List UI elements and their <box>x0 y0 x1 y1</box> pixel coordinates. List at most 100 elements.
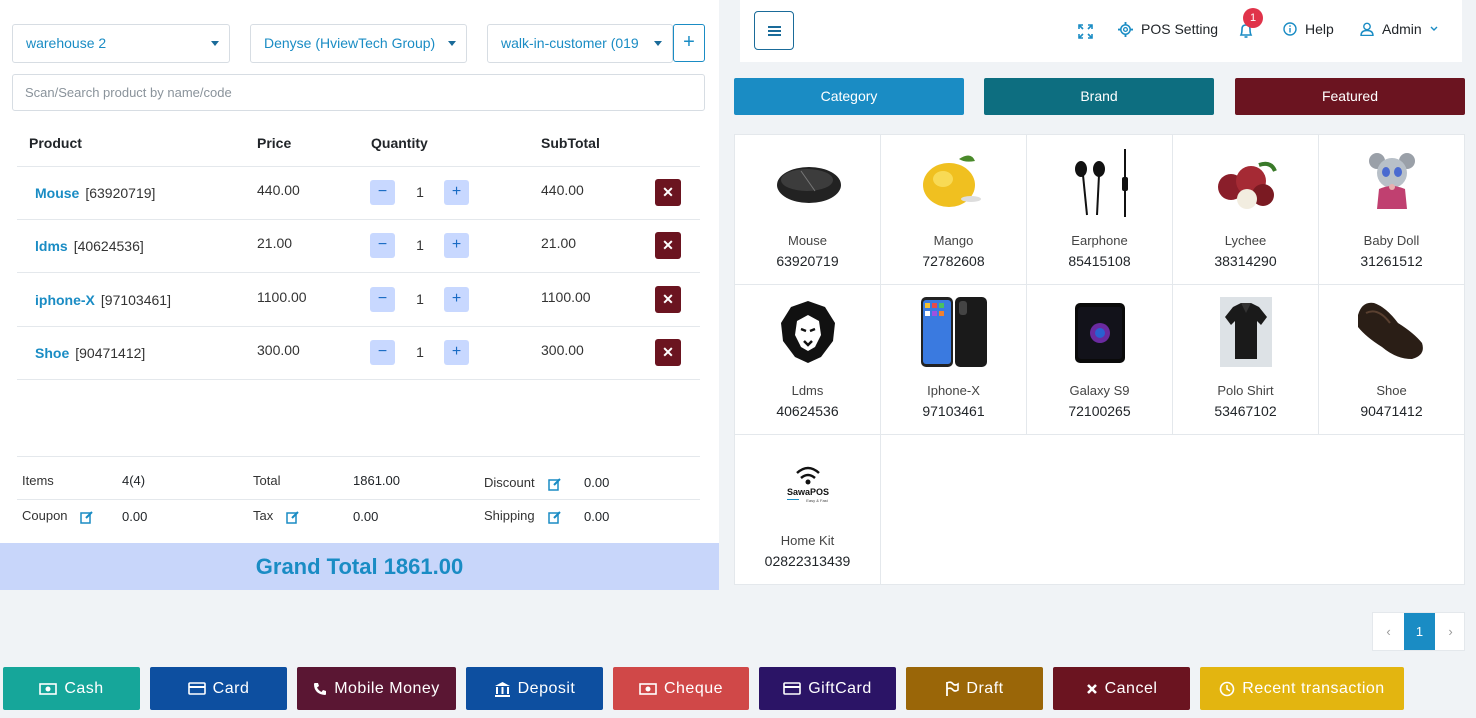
page-1-button[interactable]: 1 <box>1404 613 1435 650</box>
decrease-qty-button[interactable]: − <box>370 340 395 365</box>
increase-qty-button[interactable]: + <box>444 287 469 312</box>
product-card[interactable]: Ldms 40624536 <box>735 285 881 435</box>
recent-transaction-label: Recent transaction <box>1242 680 1385 697</box>
edit-discount-icon[interactable] <box>548 477 562 491</box>
increase-qty-button[interactable]: + <box>444 233 469 258</box>
card-button[interactable]: Card <box>150 667 287 710</box>
increase-qty-button[interactable]: + <box>444 180 469 205</box>
fullscreen-icon[interactable] <box>1078 24 1093 39</box>
product-card[interactable]: Iphone-X 97103461 <box>881 285 1027 435</box>
quantity-value[interactable]: 1 <box>411 344 429 360</box>
user-name: Admin <box>1382 21 1422 37</box>
biller-select[interactable]: Denyse (HviewTech Group) <box>250 24 467 63</box>
coupon-value: 0.00 <box>122 509 148 524</box>
product-card[interactable]: Mango 72782608 <box>881 135 1027 285</box>
product-name: Iphone-X <box>927 383 980 398</box>
increase-qty-button[interactable]: + <box>444 340 469 365</box>
help-link[interactable]: Help <box>1283 21 1334 37</box>
quantity-value[interactable]: 1 <box>411 237 429 253</box>
decrease-qty-button[interactable]: − <box>370 233 395 258</box>
edit-coupon-icon[interactable] <box>80 510 94 524</box>
shipping-label: Shipping <box>484 508 535 523</box>
info-icon <box>1283 22 1297 36</box>
product-code: 72782608 <box>922 253 985 269</box>
user-menu[interactable]: Admin <box>1360 21 1438 37</box>
recent-transaction-button[interactable]: Recent transaction <box>1200 667 1404 710</box>
product-name: Galaxy S9 <box>1069 383 1130 398</box>
next-page-button[interactable]: › <box>1435 613 1466 650</box>
mouse-image <box>777 167 841 203</box>
decrease-qty-button[interactable]: − <box>370 287 395 312</box>
cart-product-name[interactable]: Shoe [90471412] <box>35 345 145 361</box>
remove-item-button[interactable]: ✕ <box>655 232 681 259</box>
user-icon <box>1360 22 1374 36</box>
remove-item-button[interactable]: ✕ <box>655 179 681 206</box>
edit-tax-icon[interactable] <box>286 510 300 524</box>
pos-setting-label: POS Setting <box>1141 21 1219 37</box>
header-product: Product <box>29 135 82 151</box>
phone-icon <box>314 682 327 695</box>
svg-text:Easy & Fast: Easy & Fast <box>806 498 828 503</box>
tab-category[interactable]: Category <box>734 78 964 115</box>
shoe-image <box>1358 302 1423 359</box>
product-card[interactable]: Lychee 38314290 <box>1173 135 1319 285</box>
total-value: 1861.00 <box>353 473 400 488</box>
edit-shipping-icon[interactable] <box>548 510 562 524</box>
cart-product-name[interactable]: Mouse [63920719] <box>35 185 155 201</box>
cart-subtotal: 1100.00 <box>541 289 591 305</box>
product-card[interactable]: Earphone 85415108 <box>1027 135 1173 285</box>
cheque-button[interactable]: Cheque <box>613 667 749 710</box>
pos-setting-link[interactable]: POS Setting <box>1118 21 1218 37</box>
close-icon <box>1086 683 1097 694</box>
galaxy-image <box>1075 303 1125 363</box>
menu-toggle-button[interactable] <box>754 11 794 50</box>
mobile-money-button[interactable]: Mobile Money <box>297 667 456 710</box>
product-card[interactable]: Galaxy S9 72100265 <box>1027 285 1173 435</box>
bank-icon <box>494 681 510 697</box>
warehouse-select[interactable]: warehouse 2 <box>12 24 230 63</box>
product-code: 38314290 <box>1214 253 1277 269</box>
top-bar: POS Setting 1 Help Admin <box>740 0 1462 62</box>
prev-page-button[interactable]: ‹ <box>1373 613 1404 650</box>
product-code: 02822313439 <box>764 553 851 569</box>
product-card[interactable]: SawaPOS Easy & Fast Home Kit 02822313439 <box>735 435 881 585</box>
total-label: Total <box>253 473 281 488</box>
customer-select[interactable]: walk-in-customer (019 <box>487 24 673 63</box>
product-name: Baby Doll <box>1363 233 1420 248</box>
product-name: Shoe <box>1376 383 1407 398</box>
cart-panel: warehouse 2 Denyse (HviewTech Group) wal… <box>0 0 719 590</box>
deposit-button[interactable]: Deposit <box>466 667 603 710</box>
tab-featured[interactable]: Featured <box>1235 78 1465 115</box>
svg-text:SawaPOS: SawaPOS <box>787 487 829 497</box>
draft-button[interactable]: Draft <box>906 667 1043 710</box>
cart-price: 1100.00 <box>257 289 307 305</box>
product-card[interactable]: Baby Doll 31261512 <box>1319 135 1465 285</box>
add-customer-button[interactable]: + <box>673 24 705 62</box>
product-card[interactable]: Shoe 90471412 <box>1319 285 1465 435</box>
quantity-value[interactable]: 1 <box>411 184 429 200</box>
product-search-input[interactable]: Scan/Search product by name/code <box>12 74 705 111</box>
header-price: Price <box>257 135 292 151</box>
remove-item-button[interactable]: ✕ <box>655 339 681 366</box>
items-value: 4(4) <box>122 473 146 488</box>
product-name: Earphone <box>1071 233 1128 248</box>
product-card[interactable]: Polo Shirt 53467102 <box>1173 285 1319 435</box>
quantity-value[interactable]: 1 <box>411 291 429 307</box>
cart-product-name[interactable]: ldms [40624536] <box>35 238 144 254</box>
tab-brand[interactable]: Brand <box>984 78 1214 115</box>
header-quantity: Quantity <box>371 135 428 151</box>
remove-item-button[interactable]: ✕ <box>655 286 681 313</box>
card-label: Card <box>212 680 250 697</box>
cart-subtotal: 440.00 <box>541 182 584 198</box>
product-card[interactable]: Mouse 63920719 <box>735 135 881 285</box>
cash-button[interactable]: Cash <box>3 667 140 710</box>
cash-label: Cash <box>64 680 104 697</box>
cancel-button[interactable]: Cancel <box>1053 667 1190 710</box>
giftcard-button[interactable]: GiftCard <box>759 667 896 710</box>
discount-value: 0.00 <box>584 475 610 490</box>
product-name: Home Kit <box>780 533 835 548</box>
decrease-qty-button[interactable]: − <box>370 180 395 205</box>
cart-product-name[interactable]: iphone-X [97103461] <box>35 292 171 308</box>
chevron-down-icon <box>448 41 456 46</box>
product-name: Polo Shirt <box>1217 383 1274 398</box>
